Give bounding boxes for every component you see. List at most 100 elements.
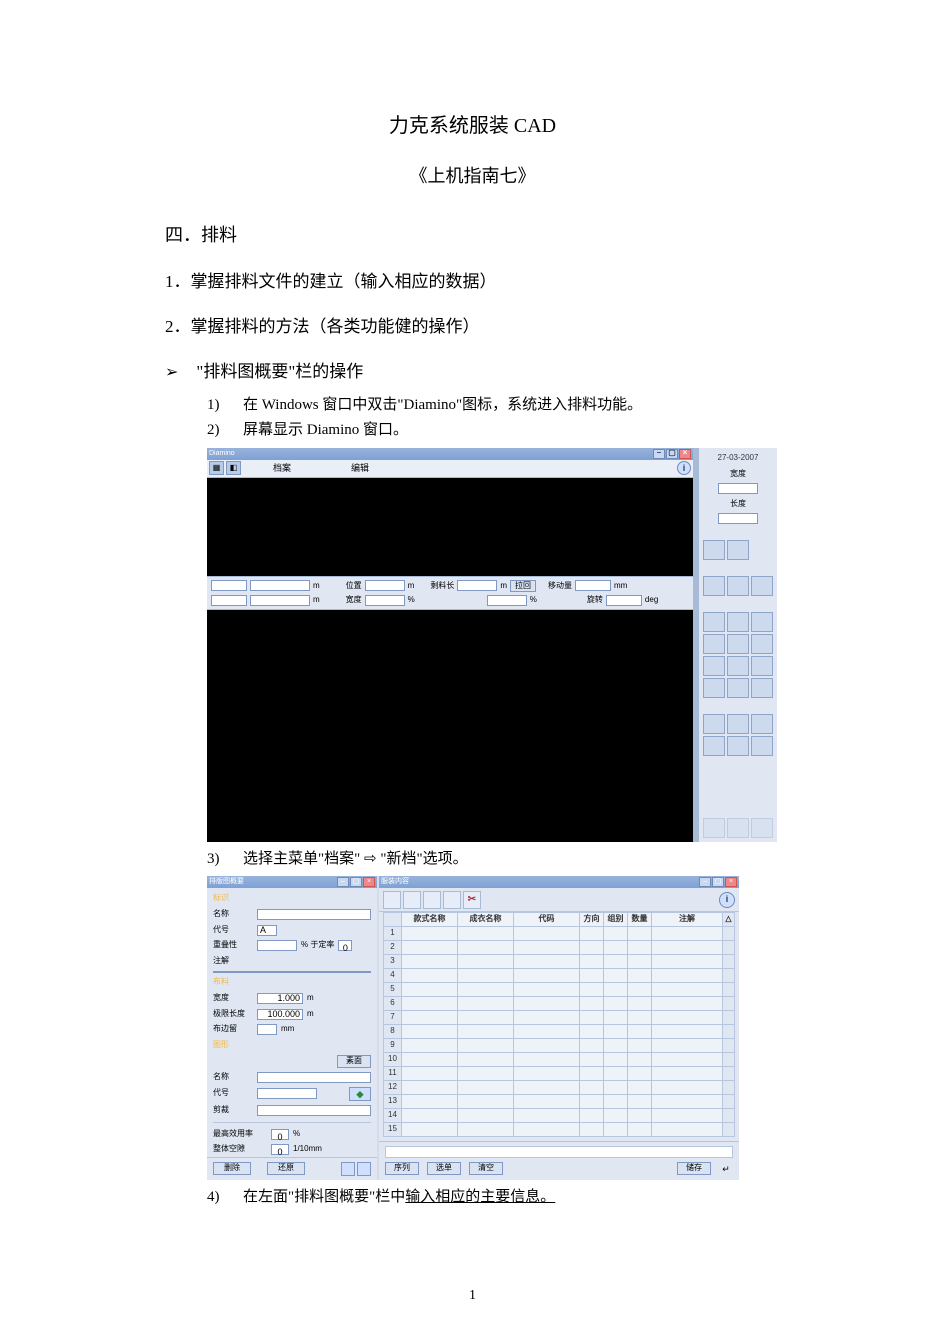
cell[interactable] [514, 997, 580, 1011]
enter-icon[interactable]: ↵ [719, 1162, 733, 1176]
cell[interactable] [628, 1067, 652, 1081]
btn-seq[interactable]: 序列 [385, 1162, 419, 1175]
cell[interactable] [402, 983, 458, 997]
info-icon-2[interactable]: i [719, 892, 735, 908]
right-close[interactable]: × [725, 877, 737, 887]
cell[interactable] [458, 997, 514, 1011]
maximize-button[interactable]: ▢ [666, 449, 678, 459]
table-row[interactable]: 11 [384, 1067, 735, 1081]
scissors-icon[interactable]: ✂ [463, 891, 481, 909]
cell[interactable] [514, 1067, 580, 1081]
cell[interactable] [580, 997, 604, 1011]
menu-file[interactable]: 档案 [273, 461, 291, 475]
cell[interactable] [580, 1053, 604, 1067]
cell[interactable] [604, 927, 628, 941]
cell[interactable] [604, 1067, 628, 1081]
cell[interactable] [604, 1109, 628, 1123]
field-remain[interactable] [457, 580, 497, 591]
cell[interactable] [402, 1109, 458, 1123]
cell[interactable] [458, 1025, 514, 1039]
cell[interactable] [580, 1109, 604, 1123]
cell[interactable] [628, 1081, 652, 1095]
inp-overlap[interactable] [257, 940, 297, 951]
cell[interactable] [514, 1095, 580, 1109]
cell[interactable] [458, 1109, 514, 1123]
cell[interactable] [628, 997, 652, 1011]
cell[interactable] [514, 1109, 580, 1123]
cell[interactable] [580, 1025, 604, 1039]
tool-d3[interactable] [751, 714, 773, 734]
tool-c3[interactable] [751, 612, 773, 632]
cell[interactable] [652, 1011, 723, 1025]
cell[interactable] [628, 927, 652, 941]
cell[interactable] [628, 1109, 652, 1123]
inp-width[interactable]: 1.000 [257, 993, 303, 1004]
tb-nav3[interactable] [423, 891, 441, 909]
table-row[interactable]: 10 [384, 1053, 735, 1067]
field-input-3[interactable] [211, 595, 247, 606]
cell[interactable] [402, 1081, 458, 1095]
right-max[interactable]: ▢ [712, 877, 724, 887]
tool-e1[interactable] [703, 818, 725, 838]
cell[interactable] [458, 927, 514, 941]
cell[interactable] [604, 1081, 628, 1095]
cell[interactable] [402, 1067, 458, 1081]
left-min[interactable]: – [337, 877, 349, 887]
tool-d5[interactable] [727, 736, 749, 756]
lower-canvas[interactable] [207, 610, 693, 842]
tool-c11[interactable] [727, 678, 749, 698]
cell[interactable] [604, 997, 628, 1011]
tool-c6[interactable] [751, 634, 773, 654]
table-row[interactable]: 4 [384, 969, 735, 983]
cell[interactable] [514, 955, 580, 969]
cell[interactable] [652, 1109, 723, 1123]
table-row[interactable]: 2 [384, 941, 735, 955]
upper-canvas[interactable] [207, 478, 693, 576]
tool-d6[interactable] [751, 736, 773, 756]
cell[interactable] [604, 1053, 628, 1067]
cell[interactable] [628, 941, 652, 955]
field-pct[interactable] [487, 595, 527, 606]
tool-c1[interactable] [703, 612, 725, 632]
tool-c4[interactable] [703, 634, 725, 654]
cell[interactable] [628, 1039, 652, 1053]
cell[interactable] [580, 1067, 604, 1081]
tool-d2[interactable] [727, 714, 749, 734]
tool-c12[interactable] [751, 678, 773, 698]
cell[interactable] [458, 1095, 514, 1109]
btn-clear[interactable]: 清空 [469, 1162, 503, 1175]
tb-nav1[interactable] [383, 891, 401, 909]
table-row[interactable]: 3 [384, 955, 735, 969]
tool-c8[interactable] [727, 656, 749, 676]
btn-fabric[interactable]: 素面 [337, 1055, 371, 1068]
cell[interactable] [628, 1095, 652, 1109]
cell[interactable] [402, 1011, 458, 1025]
cell[interactable] [580, 955, 604, 969]
cell[interactable] [628, 955, 652, 969]
cell[interactable] [402, 1025, 458, 1039]
btn-delete[interactable]: 删除 [213, 1162, 251, 1175]
cell[interactable] [514, 941, 580, 955]
table-row[interactable]: 13 [384, 1095, 735, 1109]
col-scroll[interactable]: △ [723, 913, 735, 927]
table-row[interactable]: 12 [384, 1081, 735, 1095]
cell[interactable] [402, 1095, 458, 1109]
cell[interactable] [604, 941, 628, 955]
cell[interactable] [580, 927, 604, 941]
tool-c2[interactable] [727, 612, 749, 632]
cell[interactable] [652, 969, 723, 983]
cell[interactable] [580, 1081, 604, 1095]
diamond-icon[interactable]: ◆ [349, 1087, 371, 1101]
tool-b3[interactable] [751, 576, 773, 596]
info-icon[interactable]: i [677, 461, 691, 475]
tool-d4[interactable] [703, 736, 725, 756]
tool-e3[interactable] [751, 818, 773, 838]
cell[interactable] [514, 1025, 580, 1039]
end-icon-1[interactable] [341, 1162, 355, 1176]
btn-pull[interactable]: 拉回 [510, 580, 536, 592]
tool-a2[interactable] [727, 540, 749, 560]
btn-restore[interactable]: 还原 [267, 1162, 305, 1175]
inp-maxeff[interactable]: 0 [271, 1129, 289, 1140]
right-min[interactable]: – [699, 877, 711, 887]
inp-bodygap[interactable]: 0 [271, 1144, 289, 1155]
